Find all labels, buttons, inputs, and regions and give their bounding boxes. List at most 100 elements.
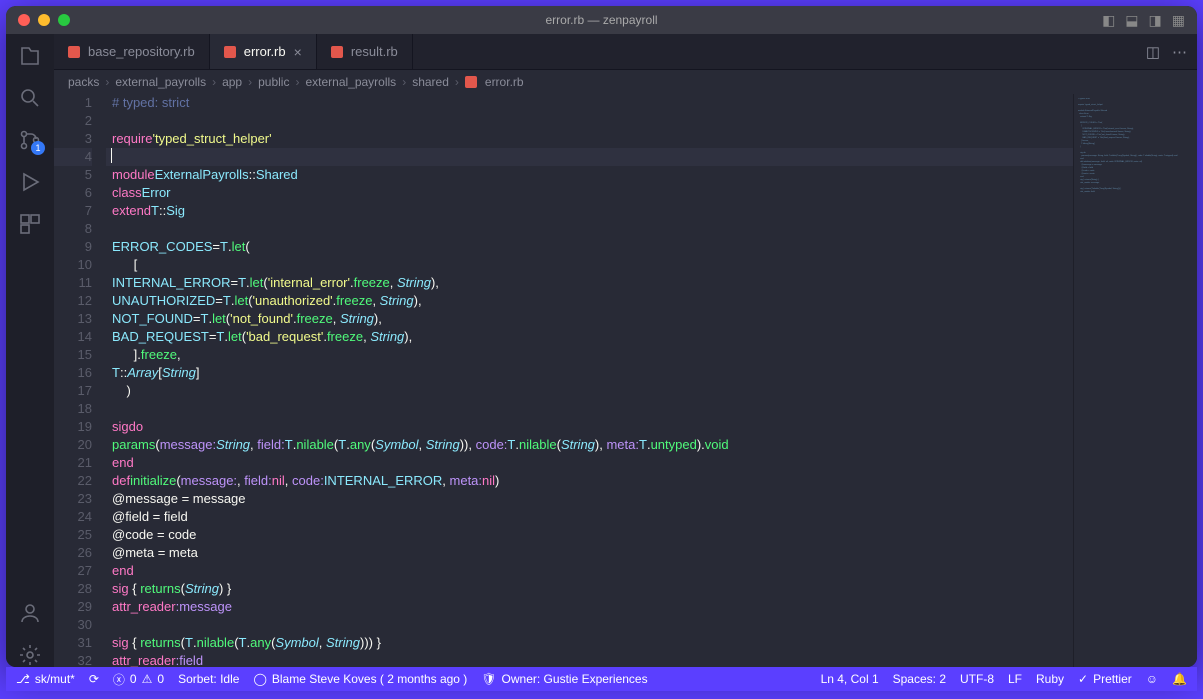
sync-item[interactable]: ⟳ [89,672,99,686]
branch-item[interactable]: ⎇sk/mut* [16,672,75,686]
account-icon[interactable] [18,601,42,625]
check-icon: ✓ [1078,672,1088,686]
code-owner[interactable]: 🛡Owner: Gustie Experiences [481,672,647,686]
breadcrumb-segment[interactable]: error.rb [485,75,524,89]
eol[interactable]: LF [1008,672,1022,686]
source-control-badge: 1 [31,141,45,155]
code-line[interactable]: sig { returns(T.nilable(T.any(Symbol, St… [106,634,1073,652]
code-line[interactable]: @field = field [106,508,1073,526]
breadcrumb-segment[interactable]: external_payrolls [305,75,396,89]
more-actions-icon[interactable]: ⋯ [1172,43,1187,61]
code-line[interactable]: class Error [106,184,1073,202]
breadcrumb-segment[interactable]: external_payrolls [115,75,206,89]
search-icon[interactable] [18,86,42,110]
minimap[interactable]: # typed: strict require 'typed_struct_he… [1073,94,1183,667]
window-controls [18,14,70,26]
code-area[interactable]: # typed: strict require 'typed_struct_hel… [106,94,1073,667]
sorbet-status[interactable]: Sorbet: Idle [178,672,239,686]
code-line[interactable] [106,400,1073,418]
window-title: error.rb — zenpayroll [545,13,657,27]
breadcrumb-segment[interactable]: shared [412,75,449,89]
prettier-status[interactable]: ✓Prettier [1078,672,1132,686]
encoding[interactable]: UTF-8 [960,672,994,686]
explorer-icon[interactable] [18,44,42,68]
breadcrumb-segment[interactable]: app [222,75,242,89]
code-line[interactable]: @meta = meta [106,544,1073,562]
code-line[interactable]: @message = message [106,490,1073,508]
code-line[interactable]: BAD_REQUEST = T.let('bad_request'.freeze… [106,328,1073,346]
code-line[interactable]: def initialize(message:, field: nil, cod… [106,472,1073,490]
minimize-window-button[interactable] [38,14,50,26]
code-line[interactable]: NOT_FOUND = T.let('not_found'.freeze, St… [106,310,1073,328]
code-editor[interactable]: 1234567891011121314151617181920212223242… [54,94,1197,667]
debug-icon[interactable] [18,170,42,194]
extensions-icon[interactable] [18,212,42,236]
scrollbar[interactable] [1183,94,1197,667]
close-tab-icon[interactable]: × [294,44,302,60]
code-line[interactable]: T::Array[String] [106,364,1073,382]
code-line[interactable]: extend T::Sig [106,202,1073,220]
cursor-position[interactable]: Ln 4, Col 1 [821,672,879,686]
code-line[interactable] [106,616,1073,634]
git-blame[interactable]: ◯Blame Steve Koves ( 2 months ago ) [253,672,467,686]
shield-icon: 🛡 [481,672,496,686]
maximize-window-button[interactable] [58,14,70,26]
code-line[interactable]: params(message: String, field: T.nilable… [106,436,1073,454]
code-line[interactable]: ) [106,382,1073,400]
code-line[interactable]: [ [106,256,1073,274]
code-line[interactable]: module ExternalPayrolls::Shared [106,166,1073,184]
ruby-file-icon [68,46,80,58]
feedback-icon[interactable]: ☺ [1146,672,1158,686]
code-line[interactable]: @code = code [106,526,1073,544]
status-bar: ⎇sk/mut* ⟳ ⓧ0⚠0 Sorbet: Idle ◯Blame Stev… [6,667,1197,691]
split-editor-icon[interactable]: ◫ [1146,43,1160,61]
code-line[interactable]: attr_reader :message [106,598,1073,616]
ruby-file-icon [224,46,236,58]
branch-icon: ⎇ [16,672,30,686]
line-gutter: 1234567891011121314151617181920212223242… [54,94,106,667]
tab-bar: base_repository.rb error.rb× result.rb ◫ ⋯ [54,34,1197,70]
language-mode[interactable]: Ruby [1036,672,1064,686]
code-line[interactable] [106,148,1073,166]
indentation[interactable]: Spaces: 2 [893,672,946,686]
code-line[interactable]: UNAUTHORIZED = T.let('unauthorized'.free… [106,292,1073,310]
editor-window: error.rb — zenpayroll ◧ ⬓ ◨ ▦ 1 base_rep… [6,6,1197,667]
ruby-file-icon [331,46,343,58]
source-control-icon[interactable]: 1 [18,128,42,152]
code-line[interactable]: INTERNAL_ERROR = T.let('internal_error'.… [106,274,1073,292]
code-line[interactable] [106,220,1073,238]
tab-label: result.rb [351,44,398,59]
code-line[interactable] [106,112,1073,130]
layout-left-icon[interactable]: ◧ [1102,12,1115,29]
tab-result-rb[interactable]: result.rb [317,34,413,69]
tab-error-rb[interactable]: error.rb× [210,34,317,69]
code-line[interactable]: sig { returns(String) } [106,580,1073,598]
code-line[interactable]: ].freeze, [106,346,1073,364]
code-line[interactable]: attr_reader :field [106,652,1073,667]
breadcrumb[interactable]: packs›external_payrolls›app›public›exter… [54,70,1197,94]
ruby-file-icon [465,76,477,88]
notifications-icon[interactable]: 🔔 [1172,672,1187,686]
code-line[interactable]: end [106,562,1073,580]
layout-grid-icon[interactable]: ▦ [1172,12,1185,29]
breadcrumb-segment[interactable]: packs [68,75,99,89]
activity-bar: 1 [6,34,54,667]
tab-label: base_repository.rb [88,44,195,59]
layout-bottom-icon[interactable]: ⬓ [1125,12,1138,29]
titlebar-actions: ◧ ⬓ ◨ ▦ [1102,12,1185,29]
code-line[interactable]: require 'typed_struct_helper' [106,130,1073,148]
person-icon: ◯ [253,672,266,686]
breadcrumb-segment[interactable]: public [258,75,289,89]
tab-base_repository-rb[interactable]: base_repository.rb [54,34,210,69]
error-icon: ⓧ [113,671,125,688]
problems-item[interactable]: ⓧ0⚠0 [113,671,164,688]
warning-icon: ⚠ [142,672,153,686]
titlebar: error.rb — zenpayroll ◧ ⬓ ◨ ▦ [6,6,1197,34]
code-line[interactable]: ERROR_CODES = T.let( [106,238,1073,256]
settings-icon[interactable] [18,643,42,667]
code-line[interactable]: sig do [106,418,1073,436]
code-line[interactable]: # typed: strict [106,94,1073,112]
layout-right-icon[interactable]: ◨ [1149,12,1162,29]
close-window-button[interactable] [18,14,30,26]
code-line[interactable]: end [106,454,1073,472]
